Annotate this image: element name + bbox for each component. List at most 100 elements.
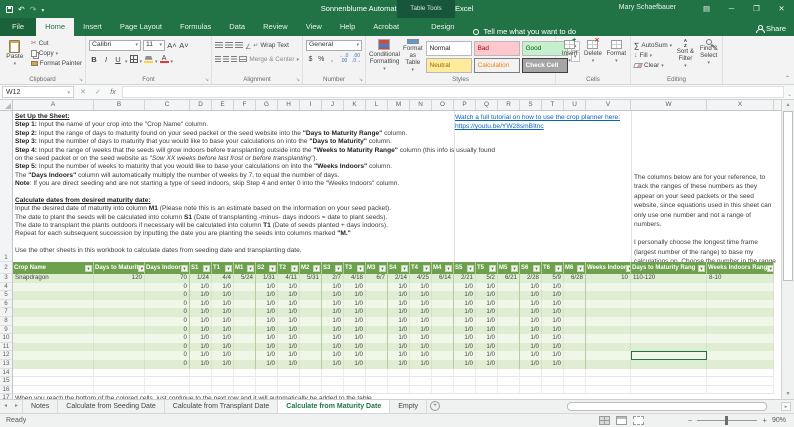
- row-header-10[interactable]: 10: [0, 334, 12, 343]
- cell[interactable]: 0: [145, 334, 190, 343]
- row-header-5[interactable]: 5: [0, 291, 12, 300]
- column-header-N[interactable]: N: [410, 100, 432, 110]
- cell[interactable]: 1/0: [520, 308, 542, 317]
- cell[interactable]: [707, 282, 774, 292]
- cell[interactable]: 1/0: [410, 334, 432, 343]
- table-header-crop-name[interactable]: Crop Name: [13, 262, 94, 274]
- vertical-scrollbar[interactable]: ▲ ▼: [781, 100, 794, 399]
- cell[interactable]: 1/0: [278, 351, 300, 360]
- filter-dropdown-icon[interactable]: [357, 264, 364, 272]
- align-center-icon[interactable]: [223, 56, 230, 62]
- comma-format-icon[interactable]: ,: [328, 56, 337, 63]
- cell[interactable]: 1/0: [454, 325, 476, 335]
- column-header-B[interactable]: B: [94, 100, 145, 110]
- cell[interactable]: 1/0: [476, 359, 498, 369]
- cell[interactable]: [234, 385, 256, 395]
- cell[interactable]: 1/0: [542, 342, 564, 352]
- cell[interactable]: [300, 385, 322, 395]
- table-header-s1[interactable]: S1: [190, 262, 212, 274]
- cell[interactable]: [300, 359, 322, 369]
- cell[interactable]: 1/0: [190, 342, 212, 352]
- cell[interactable]: 1/0: [190, 334, 212, 343]
- cell[interactable]: [366, 385, 388, 395]
- cell[interactable]: [498, 342, 520, 352]
- cell[interactable]: 0: [145, 291, 190, 300]
- cell[interactable]: 1/0: [256, 334, 278, 343]
- cell[interactable]: 8-10: [707, 274, 774, 283]
- cell[interactable]: 1/0: [454, 334, 476, 343]
- cell[interactable]: 1/0: [278, 334, 300, 343]
- align-right-icon[interactable]: [231, 56, 238, 62]
- cell[interactable]: 1/0: [322, 342, 344, 352]
- cell[interactable]: [300, 291, 322, 300]
- cell[interactable]: 6/7: [366, 274, 388, 283]
- cell[interactable]: 1/0: [476, 351, 498, 360]
- cell[interactable]: [564, 282, 586, 292]
- cell[interactable]: [564, 351, 586, 360]
- cell[interactable]: [366, 291, 388, 300]
- font-size-select[interactable]: 11: [143, 39, 165, 51]
- zoom-slider-thumb[interactable]: [725, 416, 729, 425]
- cell[interactable]: [366, 377, 388, 386]
- cell[interactable]: [542, 385, 564, 395]
- cell[interactable]: 1/0: [542, 325, 564, 335]
- cell[interactable]: 1/0: [476, 299, 498, 309]
- cell[interactable]: [256, 368, 278, 378]
- cut-button[interactable]: Cut: [31, 38, 82, 48]
- accounting-format-icon[interactable]: $: [306, 56, 315, 63]
- close-icon[interactable]: [769, 0, 794, 18]
- cell[interactable]: [190, 368, 212, 378]
- cell[interactable]: [300, 299, 322, 309]
- cell[interactable]: 1/0: [256, 325, 278, 335]
- cell[interactable]: [564, 342, 586, 352]
- cell[interactable]: [586, 291, 631, 300]
- redo-icon[interactable]: [30, 5, 37, 14]
- ribbon-tab-help[interactable]: Help: [331, 18, 364, 36]
- filter-dropdown-icon[interactable]: [555, 264, 562, 272]
- ribbon-tab-acrobat[interactable]: Acrobat: [364, 18, 408, 36]
- horizontal-scrollbar[interactable]: [567, 402, 777, 411]
- ribbon-tab-page-layout[interactable]: Page Layout: [111, 18, 171, 36]
- column-header-H[interactable]: H: [278, 100, 300, 110]
- cell[interactable]: 1/0: [520, 325, 542, 335]
- cell[interactable]: [498, 299, 520, 309]
- cell[interactable]: [707, 308, 774, 317]
- cell[interactable]: [432, 282, 454, 292]
- table-row-10[interactable]: 0 1/0 1/0 1/0 1/0 1/0 1/0 1/0 1/0 1/0 1/0 1/0 1/0: [13, 334, 774, 343]
- cell[interactable]: [300, 282, 322, 292]
- cell[interactable]: [631, 291, 707, 300]
- table-header-s3[interactable]: S3: [322, 262, 344, 274]
- format-as-table-button[interactable]: Format as Table: [403, 38, 423, 74]
- align-middle-icon[interactable]: [225, 42, 233, 48]
- decrease-font-icon[interactable]: A˅: [179, 41, 189, 50]
- cell[interactable]: 1/0: [190, 351, 212, 360]
- table-header-t3[interactable]: T3: [344, 262, 366, 274]
- cell[interactable]: [432, 299, 454, 309]
- cell[interactable]: [410, 377, 432, 386]
- column-header-A[interactable]: A: [13, 100, 94, 110]
- cell[interactable]: [564, 359, 586, 369]
- align-left-icon[interactable]: [215, 56, 222, 62]
- cancel-entry-icon[interactable]: ✕: [77, 88, 89, 96]
- cell[interactable]: [476, 377, 498, 386]
- cell[interactable]: 1/0: [388, 282, 410, 292]
- cell[interactable]: 2/7: [322, 274, 344, 283]
- cell[interactable]: [344, 377, 366, 386]
- cell[interactable]: 1/0: [278, 299, 300, 309]
- cell[interactable]: [498, 282, 520, 292]
- cell[interactable]: 1/0: [322, 334, 344, 343]
- cell[interactable]: 1/0: [344, 351, 366, 360]
- cell[interactable]: 1/0: [520, 282, 542, 292]
- cell[interactable]: 1/0: [322, 299, 344, 309]
- cell[interactable]: [300, 308, 322, 317]
- row-header-16[interactable]: 16: [0, 386, 12, 395]
- paste-button[interactable]: Paste: [3, 38, 27, 74]
- cell[interactable]: [432, 316, 454, 326]
- cell[interactable]: 4/11: [278, 274, 300, 283]
- cell[interactable]: [631, 316, 707, 326]
- cell[interactable]: 1/0: [322, 308, 344, 317]
- cell[interactable]: 1/0: [476, 334, 498, 343]
- cell[interactable]: 2/14: [388, 274, 410, 283]
- ribbon-tab-design[interactable]: Design: [422, 18, 463, 36]
- row-header-13[interactable]: 13: [0, 360, 12, 369]
